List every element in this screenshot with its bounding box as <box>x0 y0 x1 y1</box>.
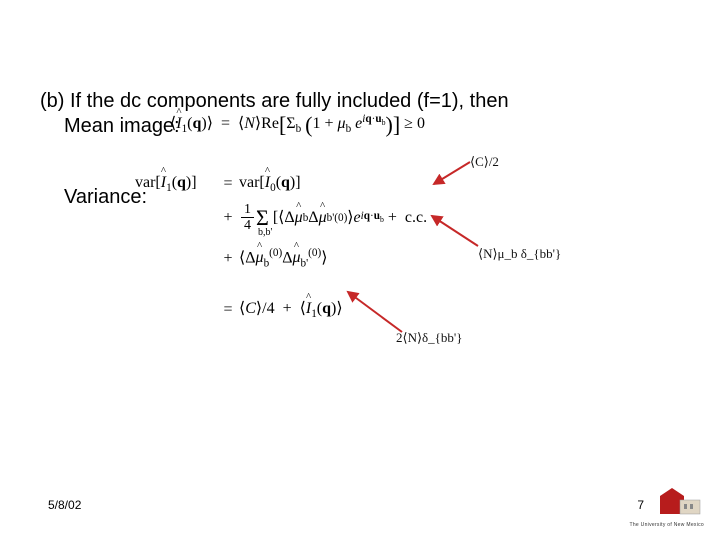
institution-label: The University of New Mexico <box>629 522 704 528</box>
mean-formula: ⟨I1(q)⟩ = ⟨N⟩Re[Σb (1 + μb eiq·ub)] ≥ 0 <box>170 112 425 138</box>
footer-page-number: 7 <box>637 498 644 512</box>
arrow-1 <box>430 158 480 188</box>
arrow-2 <box>428 212 488 252</box>
annotation-n-mu-delta: ⟨N⟩μ_b δ_{bb'} <box>478 246 561 262</box>
heading-b: (b) If the dc components are fully inclu… <box>40 90 700 113</box>
unm-logo-icon <box>654 484 702 522</box>
footer-date: 5/8/02 <box>48 498 81 512</box>
arrow-3 <box>344 288 414 338</box>
math-area: ⟨I1(q)⟩ = ⟨N⟩Re[Σb (1 + μb eiq·ub)] ≥ 0 … <box>170 112 690 382</box>
